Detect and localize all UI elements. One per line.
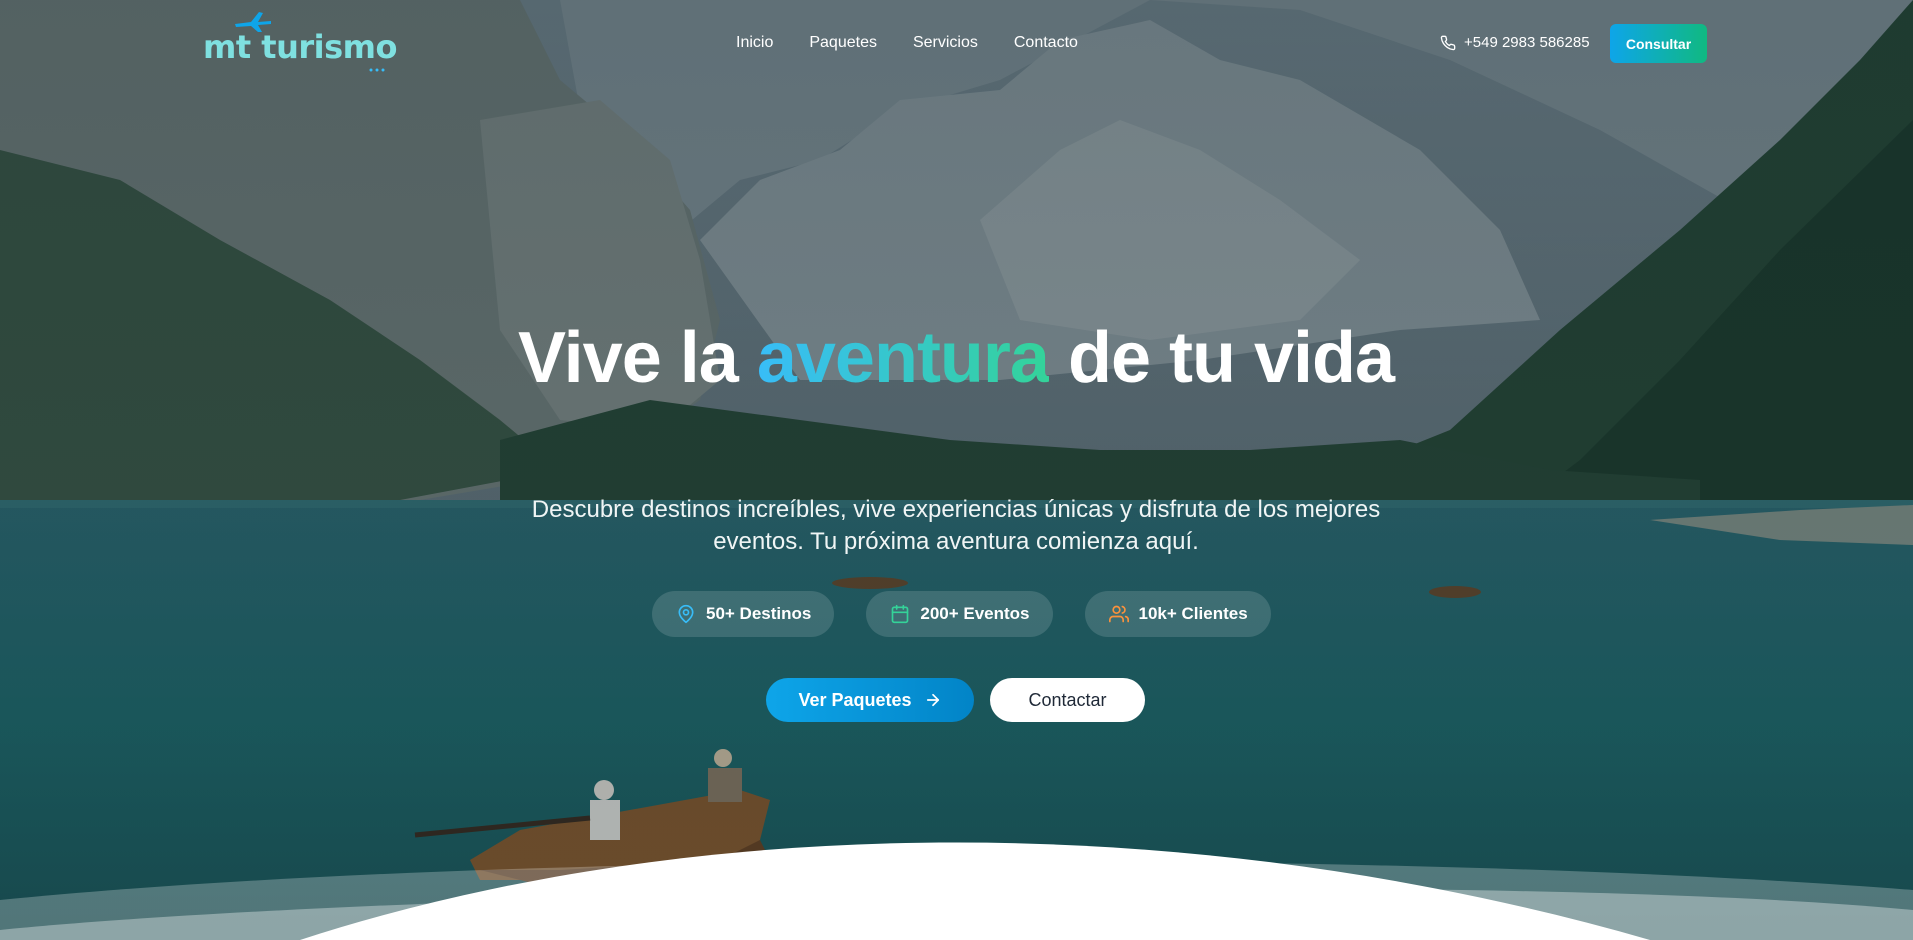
stat-eventos-label: 200+ Eventos bbox=[920, 604, 1030, 623]
phone-contact[interactable]: +549 2983 586285 bbox=[1440, 34, 1590, 51]
phone-icon bbox=[1440, 35, 1456, 50]
ver-paquetes-button[interactable]: Ver Paquetes bbox=[766, 678, 974, 722]
stat-destinos-label: 50+ Destinos bbox=[706, 604, 812, 623]
map-pin-icon bbox=[678, 604, 694, 624]
hero-title-accent: aventura bbox=[756, 318, 1050, 398]
contactar-button[interactable]: Contactar bbox=[990, 678, 1145, 722]
phone-number: +549 2983 586285 bbox=[1464, 34, 1590, 51]
hero-stats: 50+ Destinos 200+ Eventos 10k+ Clientes bbox=[652, 591, 1271, 637]
nav-link-servicios[interactable]: Servicios bbox=[913, 34, 978, 52]
calendar-icon bbox=[892, 604, 909, 624]
nav-link-contacto[interactable]: Contacto bbox=[1014, 34, 1078, 52]
consultar-button[interactable]: Consultar bbox=[1610, 24, 1707, 63]
bottom-wave-divider bbox=[0, 842, 1913, 940]
users-icon bbox=[1108, 605, 1129, 623]
top-navigation: mt turismo Inicio Paquetes Servicios Con… bbox=[0, 0, 1913, 88]
stat-eventos: 200+ Eventos bbox=[866, 591, 1053, 637]
brand-name: mt turismo bbox=[203, 28, 397, 66]
hero-title-end: de tu vida bbox=[1048, 318, 1395, 398]
nav-link-paquetes[interactable]: Paquetes bbox=[809, 34, 877, 52]
hero-background-image bbox=[0, 0, 1913, 940]
stat-clientes-label: 10k+ Clientes bbox=[1138, 604, 1248, 623]
hero-section: mt turismo Inicio Paquetes Servicios Con… bbox=[0, 0, 1913, 940]
stat-clientes: 10k+ Clientes bbox=[1084, 591, 1271, 637]
hero-subtitle: Descubre destinos increíbles, vive exper… bbox=[531, 496, 1381, 555]
arrow-right-icon bbox=[926, 693, 939, 707]
hero-title: Vive la aventura de tu vida bbox=[456, 320, 1456, 396]
ver-paquetes-label: Ver Paquetes bbox=[798, 689, 912, 710]
hero-title-start: Vive la bbox=[517, 318, 757, 398]
nav-link-inicio[interactable]: Inicio bbox=[736, 34, 773, 52]
main-menu: Inicio Paquetes Servicios Contacto bbox=[736, 34, 1078, 52]
hero-actions: Ver Paquetes Contactar bbox=[766, 678, 1145, 722]
stat-destinos: 50+ Destinos bbox=[652, 591, 835, 637]
brand-logo[interactable]: mt turismo bbox=[203, 10, 397, 72]
logo-dots-decoration bbox=[369, 68, 385, 72]
